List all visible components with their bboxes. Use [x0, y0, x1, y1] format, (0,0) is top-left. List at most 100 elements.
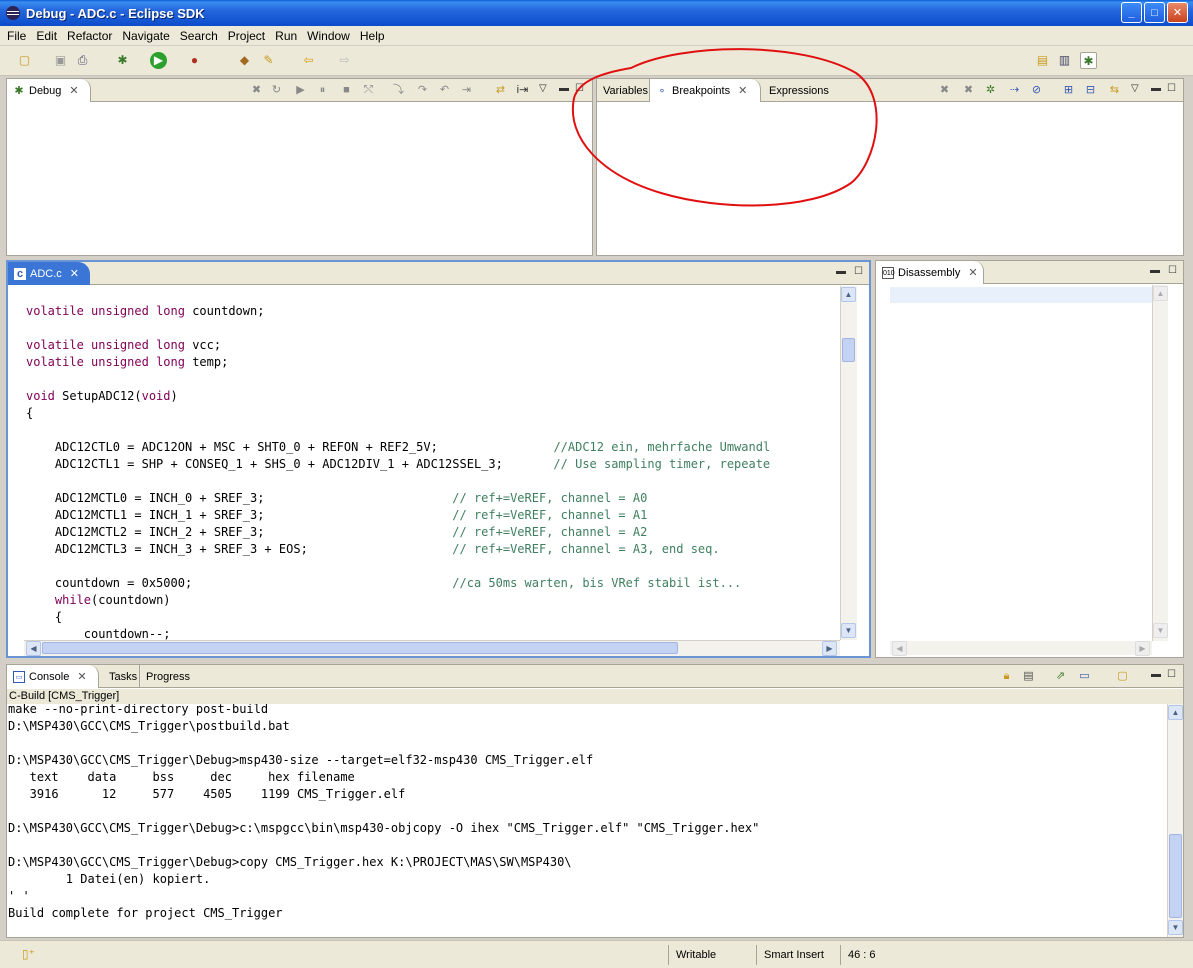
- scroll-down-icon[interactable]: ▼: [1168, 920, 1183, 935]
- scroll-down-icon[interactable]: ▼: [841, 623, 856, 638]
- collapse-all-icon[interactable]: ⊟: [1083, 83, 1098, 98]
- scroll-up-icon[interactable]: ▲: [841, 287, 856, 302]
- scroll-lock-icon[interactable]: 🔒︎: [999, 669, 1014, 684]
- suspend-icon[interactable]: ⏸: [315, 83, 330, 98]
- resume-icon[interactable]: ▶: [293, 83, 308, 98]
- debug-perspective-icon[interactable]: ✱: [1080, 52, 1097, 69]
- close-icon[interactable]: ✕: [70, 267, 79, 280]
- menu-refactor[interactable]: Refactor: [62, 29, 117, 43]
- instruction-stepping-icon[interactable]: i⇥: [515, 83, 530, 98]
- status-insert-mode: Smart Insert: [756, 945, 840, 965]
- code-line: countdown--;: [83, 627, 171, 640]
- tab-console[interactable]: ▭ Console ✕: [7, 665, 99, 688]
- close-icon[interactable]: ✕: [968, 266, 977, 279]
- maximize-view-icon[interactable]: ☐: [854, 266, 863, 277]
- tab-variables[interactable]: Variables: [597, 79, 654, 102]
- scroll-down-icon[interactable]: ▼: [1153, 623, 1168, 638]
- maximize-view-icon[interactable]: ☐: [575, 83, 584, 94]
- clear-console-icon[interactable]: ▤: [1021, 669, 1036, 684]
- maximize-button[interactable]: □: [1144, 2, 1165, 23]
- expand-all-icon[interactable]: ⊞: [1061, 83, 1076, 98]
- remove-breakpoint-icon[interactable]: ✖: [937, 83, 952, 98]
- menu-window[interactable]: Window: [302, 29, 355, 43]
- use-step-filters-icon[interactable]: ⇄: [493, 83, 508, 98]
- close-icon[interactable]: ✕: [77, 670, 86, 683]
- scroll-up-icon[interactable]: ▲: [1168, 705, 1183, 720]
- remove-all-breakpoints-icon[interactable]: ✖: [961, 83, 976, 98]
- menu-run[interactable]: Run: [270, 29, 302, 43]
- code-area[interactable]: volatile unsigned long countdown; volati…: [8, 286, 840, 640]
- tab-expressions[interactable]: Expressions: [763, 79, 835, 102]
- debug-icon[interactable]: ✱: [114, 52, 131, 69]
- external-tools-icon[interactable]: ●: [186, 52, 203, 69]
- run-icon[interactable]: ▶: [150, 52, 167, 69]
- drop-to-frame-icon[interactable]: ⇥: [459, 83, 474, 98]
- remove-terminated-icon[interactable]: ✖: [249, 83, 264, 98]
- disassembly-vertical-scrollbar[interactable]: ▲ ▼: [1152, 285, 1168, 641]
- tab-tasks[interactable]: Tasks: [103, 665, 143, 688]
- maximize-view-icon[interactable]: ☐: [1167, 83, 1176, 94]
- menu-project[interactable]: Project: [223, 29, 270, 43]
- scroll-thumb[interactable]: [1169, 834, 1182, 918]
- disconnect-icon[interactable]: ⤲: [361, 83, 376, 98]
- tab-disassembly[interactable]: 010 Disassembly ✕: [876, 261, 984, 284]
- print-icon[interactable]: ⎙: [74, 52, 91, 69]
- link-with-debug-icon[interactable]: ⇆: [1107, 83, 1122, 98]
- close-icon[interactable]: ✕: [738, 84, 747, 97]
- terminate-icon[interactable]: ■: [339, 83, 354, 98]
- view-menu-icon[interactable]: ▽: [1131, 83, 1139, 94]
- menu-search[interactable]: Search: [175, 29, 223, 43]
- console-line: D:\MSP430\GCC\CMS_Trigger\Debug>msp430-s…: [8, 753, 594, 767]
- scroll-left-icon[interactable]: ◀: [26, 641, 41, 656]
- disassembly-horizontal-scrollbar[interactable]: ◀ ▶: [890, 641, 1152, 656]
- step-return-icon[interactable]: ↶: [437, 83, 452, 98]
- step-into-icon[interactable]: ⤵: [391, 83, 406, 98]
- goto-file-icon[interactable]: ⇢: [1007, 83, 1022, 98]
- open-console-icon[interactable]: ▢: [1115, 669, 1130, 684]
- menu-file[interactable]: File: [2, 29, 31, 43]
- search-icon[interactable]: ✎: [260, 52, 277, 69]
- tab-adc-c[interactable]: c ADC.c ✕: [8, 262, 90, 285]
- menu-navigate[interactable]: Navigate: [117, 29, 174, 43]
- console-vertical-scrollbar[interactable]: ▲ ▼: [1167, 704, 1183, 937]
- close-button[interactable]: ✕: [1167, 2, 1188, 23]
- tab-progress[interactable]: Progress: [139, 665, 196, 688]
- minimize-button[interactable]: _: [1121, 2, 1142, 23]
- open-type-icon[interactable]: ◆: [236, 52, 253, 69]
- cdt-perspective-icon[interactable]: ▥: [1056, 52, 1073, 69]
- scroll-thumb[interactable]: [842, 338, 855, 362]
- tab-breakpoints[interactable]: ∘ Breakpoints ✕: [649, 79, 761, 102]
- relaunch-icon[interactable]: ↻: [269, 83, 284, 98]
- maximize-view-icon[interactable]: ☐: [1167, 669, 1176, 680]
- minimize-view-icon[interactable]: ▬: [1151, 669, 1161, 680]
- scroll-thumb-horizontal[interactable]: [42, 642, 678, 654]
- editor-horizontal-scrollbar[interactable]: ◀ ▶: [24, 640, 840, 656]
- step-over-icon[interactable]: ↷: [415, 83, 430, 98]
- save-icon[interactable]: ▣: [52, 52, 69, 69]
- close-icon[interactable]: ✕: [69, 84, 78, 97]
- menu-help[interactable]: Help: [355, 29, 390, 43]
- scroll-left-icon[interactable]: ◀: [892, 641, 907, 656]
- scroll-right-icon[interactable]: ▶: [1135, 641, 1150, 656]
- pin-console-icon[interactable]: ⇗: [1053, 669, 1068, 684]
- maximize-view-icon[interactable]: ☐: [1168, 265, 1177, 276]
- display-console-icon[interactable]: ▭: [1077, 669, 1092, 684]
- fast-view-icon[interactable]: ▯⁺: [22, 947, 35, 961]
- minimize-view-icon[interactable]: ▬: [836, 266, 846, 277]
- tab-debug[interactable]: ✱ Debug ✕: [7, 79, 91, 102]
- view-menu-icon[interactable]: ▽: [539, 83, 547, 94]
- scroll-right-icon[interactable]: ▶: [822, 641, 837, 656]
- menu-edit[interactable]: Edit: [31, 29, 62, 43]
- minimize-view-icon[interactable]: ▬: [1151, 83, 1161, 94]
- show-breakpoints-icon[interactable]: ✲: [983, 83, 998, 98]
- skip-breakpoints-icon[interactable]: ⊘: [1029, 83, 1044, 98]
- back-icon[interactable]: ⇦: [300, 52, 317, 69]
- console-output[interactable]: make --no-print-directory post-build D:\M…: [7, 704, 1165, 937]
- minimize-view-icon[interactable]: ▬: [559, 83, 569, 94]
- forward-icon[interactable]: ⇨: [336, 52, 353, 69]
- editor-vertical-scrollbar[interactable]: ▲ ▼: [840, 286, 857, 640]
- new-icon[interactable]: ▢: [16, 52, 33, 69]
- open-perspective-icon[interactable]: ▤: [1034, 52, 1051, 69]
- minimize-view-icon[interactable]: ▬: [1150, 265, 1160, 276]
- scroll-up-icon[interactable]: ▲: [1153, 286, 1168, 301]
